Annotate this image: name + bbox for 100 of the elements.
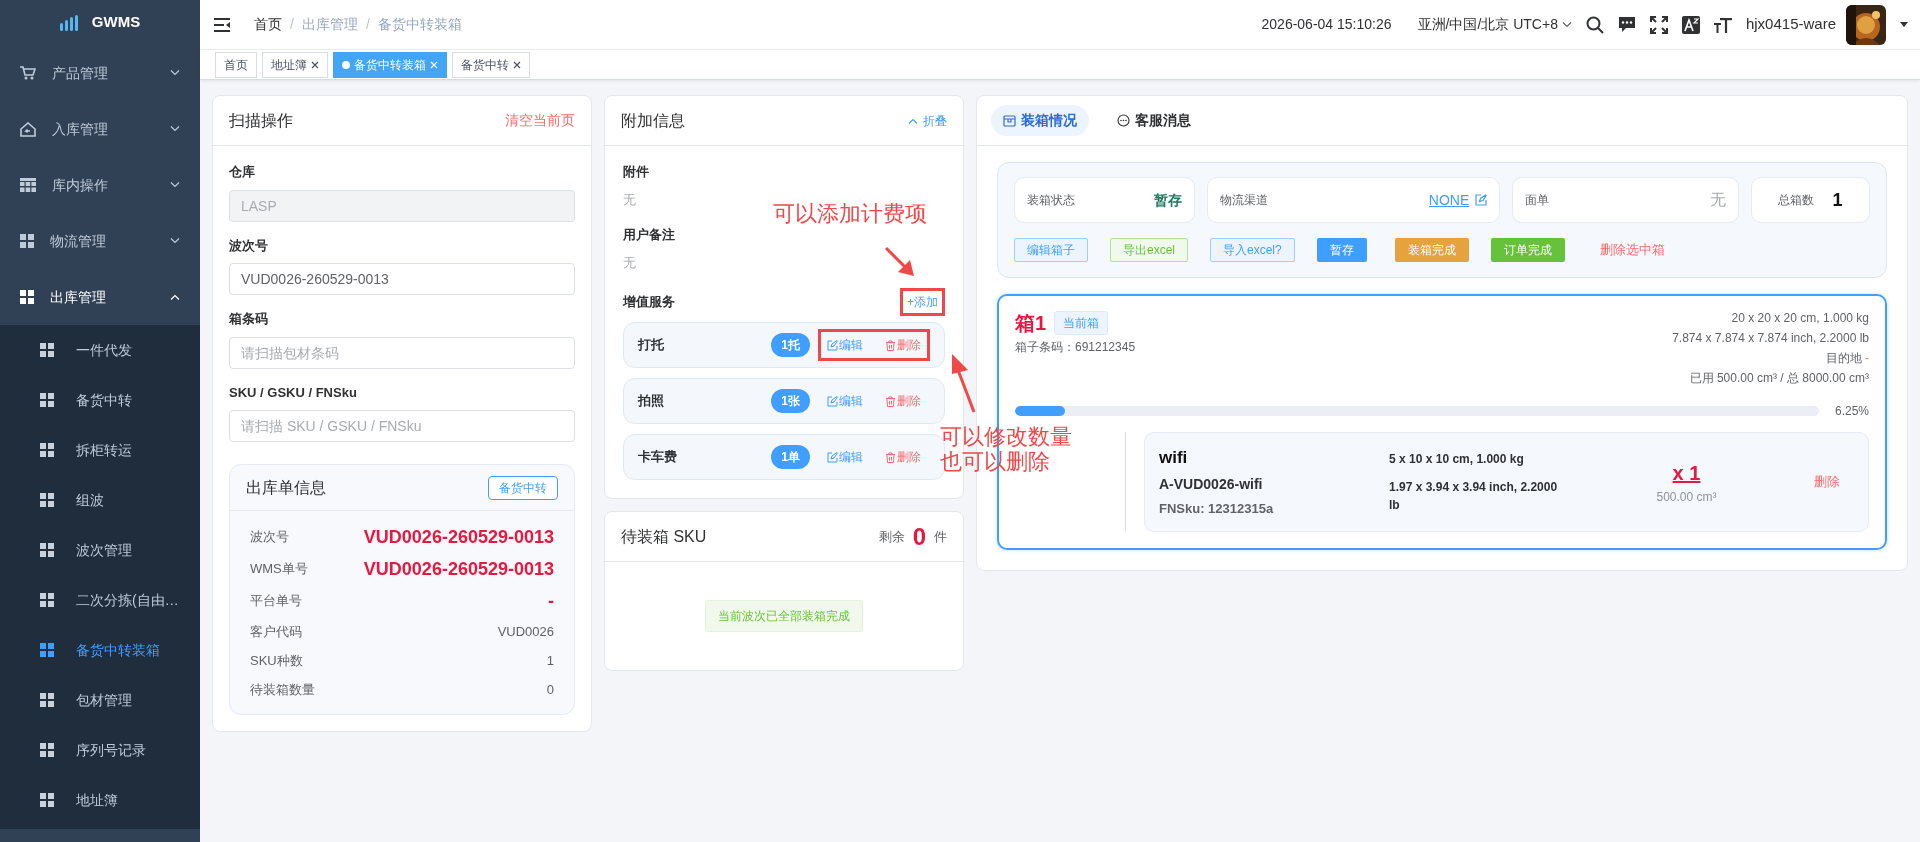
card-title: 出库单信息 xyxy=(246,477,326,498)
arrow-icon xyxy=(884,246,916,278)
volume-text: 500.00 cm³ xyxy=(1656,488,1717,506)
grid-icon xyxy=(40,343,54,357)
sidebar-subitem[interactable]: 二次分拣(自由… xyxy=(0,575,200,625)
edit-link[interactable]: 编辑 xyxy=(827,448,863,466)
page-tab[interactable]: 备货中转装箱 xyxy=(333,51,447,78)
info-label: 波次号 xyxy=(250,528,289,547)
section-value: 无 xyxy=(623,190,636,209)
sidebar-subitem[interactable]: 备货中转 xyxy=(0,375,200,425)
spec-text: 20 x 20 x 20 cm, 1.000 kg xyxy=(1730,309,1869,327)
chevron-down-icon xyxy=(1561,21,1572,28)
chevron-down-icon xyxy=(170,238,180,244)
edit-icon xyxy=(827,395,838,407)
timezone-select[interactable]: 亚洲/中国/北京 UTC+8 xyxy=(1417,14,1572,35)
info-value: VUD0026-260529-0013 xyxy=(363,557,554,581)
empty-notice: 当前波次已全部装箱完成 xyxy=(705,600,863,632)
stat-value: 1 xyxy=(1832,188,1843,212)
sidebar-item[interactable]: 产品管理 xyxy=(0,45,200,101)
info-label: SKU种数 xyxy=(250,651,303,670)
trash-icon xyxy=(885,395,896,407)
info-value: 1 xyxy=(546,651,554,670)
search-icon[interactable] xyxy=(1585,15,1604,34)
destination-label: 目的地 xyxy=(1825,350,1863,365)
input-field[interactable]: 请扫描 SKU / GSKU / FNSku xyxy=(229,410,575,442)
service-name: 卡车费 xyxy=(638,448,678,467)
page-tab[interactable]: 地址簿 xyxy=(262,51,328,78)
sidebar-subitem[interactable]: 一件代发 xyxy=(0,325,200,375)
grid-icon xyxy=(40,793,54,807)
action-button[interactable]: 导入excel? xyxy=(1210,237,1295,262)
chat-icon[interactable] xyxy=(1617,16,1636,33)
annotation-text: 可以添加计费项 xyxy=(773,201,927,227)
datetime-text: 2026-06-04 15:10:26 xyxy=(1261,15,1392,34)
caret-down-icon[interactable] xyxy=(1900,22,1908,27)
house-icon xyxy=(20,121,36,137)
sidebar-subitem[interactable]: 包材管理 xyxy=(0,675,200,725)
chevron-down-icon xyxy=(170,182,180,188)
remaining-count: 0 xyxy=(912,521,926,552)
field-label: 箱条码 xyxy=(229,310,269,328)
info-label: 客户代码 xyxy=(250,622,302,641)
delete-link[interactable]: 删除 xyxy=(885,336,921,354)
dimension-text: 1.97 x 3.94 x 3.94 inch, 2.2000 lb xyxy=(1389,478,1559,514)
grid-icon xyxy=(40,393,54,407)
sidebar-subitem[interactable]: 备货中转装箱 xyxy=(0,625,200,675)
sidebar-subitem[interactable]: 序列号记录 xyxy=(0,725,200,775)
menu-icon[interactable] xyxy=(214,17,230,32)
delete-link[interactable]: 删除 xyxy=(885,448,921,466)
logo-icon xyxy=(59,14,80,31)
chevron-up-icon xyxy=(908,117,918,124)
page-tab[interactable]: 首页 xyxy=(215,51,257,78)
close-icon[interactable] xyxy=(513,60,521,69)
barcode-text: 箱子条码：691212345 xyxy=(1015,338,1136,356)
input-field[interactable]: 请扫描包材条码 xyxy=(229,336,575,369)
service-name: 打托 xyxy=(638,336,665,355)
font-size-icon[interactable] xyxy=(1713,15,1732,34)
dimension-text: 5 x 10 x 10 cm, 1.000 kg xyxy=(1389,450,1525,468)
grid-icon xyxy=(40,593,54,607)
channel-link[interactable]: NONE xyxy=(1428,189,1488,211)
input-field[interactable]: VUD0026-260529-0013 xyxy=(229,263,575,295)
collapse-link[interactable]: 折叠 xyxy=(908,111,947,130)
translate-icon[interactable] xyxy=(1681,15,1700,34)
sidebar-item[interactable]: 库内操作 xyxy=(0,157,200,213)
action-button[interactable]: 暂存 xyxy=(1316,237,1367,262)
grid-icon xyxy=(40,693,54,707)
sidebar-item[interactable]: 物流管理 xyxy=(0,213,200,269)
sidebar-item[interactable]: 入库管理 xyxy=(0,101,200,157)
page-tab[interactable]: 备货中转 xyxy=(452,51,530,78)
add-link[interactable]: +添加 xyxy=(900,288,945,316)
stat-label: 总箱数 xyxy=(1778,192,1815,209)
panel-tab[interactable]: 客服消息 xyxy=(1105,105,1203,136)
breadcrumb-separator: / xyxy=(290,15,294,34)
stat-label: 面单 xyxy=(1525,192,1550,209)
fullscreen-icon[interactable] xyxy=(1649,15,1668,34)
chevron-down-icon xyxy=(170,126,180,132)
edit-link[interactable]: 编辑 xyxy=(827,392,863,410)
grid-icon xyxy=(20,234,34,248)
percent-text: 6.25% xyxy=(1834,402,1869,420)
sidebar-subitem[interactable]: 地址簿 xyxy=(0,775,200,825)
close-icon[interactable] xyxy=(311,60,319,69)
sidebar-subitem[interactable]: 拆柜转运 xyxy=(0,425,200,475)
unit-label: 件 xyxy=(934,527,947,546)
clear-page-link[interactable]: 清空当前页 xyxy=(505,110,575,131)
sidebar-subitem[interactable]: 组波 xyxy=(0,475,200,525)
action-button[interactable]: 编辑箱子 xyxy=(1014,237,1088,262)
action-button[interactable]: 删除选中箱 xyxy=(1586,237,1678,263)
quantity-badge: 1托 xyxy=(771,333,810,357)
edit-link[interactable]: 编辑 xyxy=(827,336,863,354)
sidebar-subitem[interactable]: 波次管理 xyxy=(0,525,200,575)
quantity-link[interactable]: x 1 xyxy=(1672,457,1701,488)
grid-icon xyxy=(40,543,54,557)
quantity-badge: 1张 xyxy=(771,389,810,413)
delete-link[interactable]: 删除 xyxy=(885,392,921,410)
delete-link[interactable]: 删除 xyxy=(1814,471,1840,492)
sidebar-item[interactable]: 出库管理 xyxy=(0,269,200,325)
breadcrumb-link[interactable]: 首页 xyxy=(254,14,282,35)
username[interactable]: hjx0415-ware xyxy=(1745,13,1836,36)
fnsku-text: FNSku: 12312315a xyxy=(1159,500,1275,518)
panel-tab[interactable]: 装箱情况 xyxy=(991,105,1089,136)
table-icon xyxy=(20,178,36,192)
info-label: WMS单号 xyxy=(250,560,308,579)
